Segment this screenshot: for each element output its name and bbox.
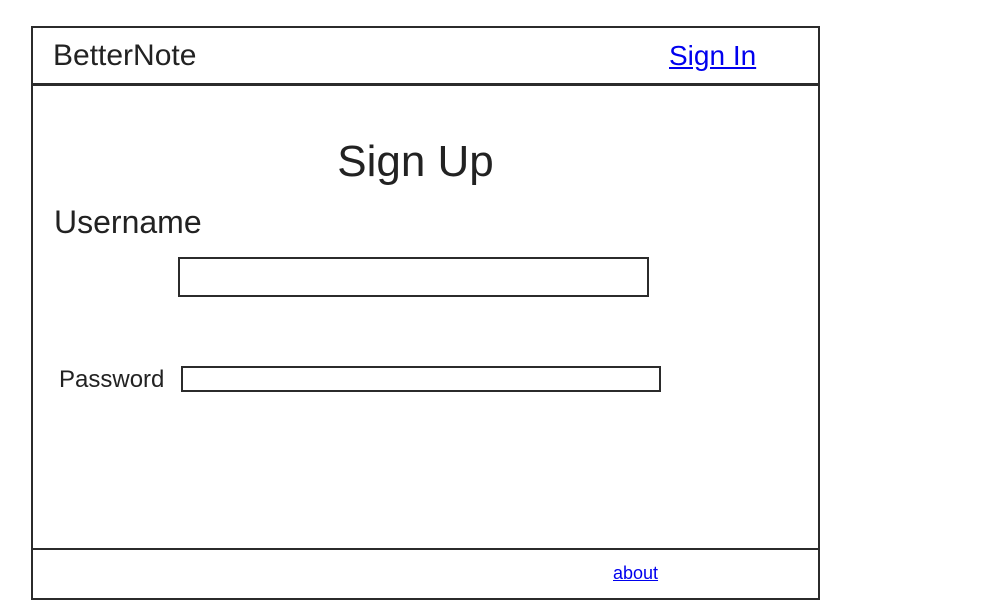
brand-title: BetterNote	[53, 39, 197, 72]
username-input[interactable]	[178, 257, 649, 297]
username-label: Username	[54, 204, 202, 240]
about-link[interactable]: about	[613, 562, 658, 584]
page-title: Sign Up	[337, 137, 494, 186]
signup-form: Sign Up Username Password	[33, 86, 818, 548]
header-bar: BetterNote Sign In	[33, 28, 818, 86]
password-label: Password	[59, 366, 165, 393]
sign-in-link[interactable]: Sign In	[669, 39, 756, 73]
password-input[interactable]	[181, 366, 661, 392]
app-frame: BetterNote Sign In Sign Up Username Pass…	[31, 26, 820, 600]
footer-bar: about	[33, 548, 818, 598]
